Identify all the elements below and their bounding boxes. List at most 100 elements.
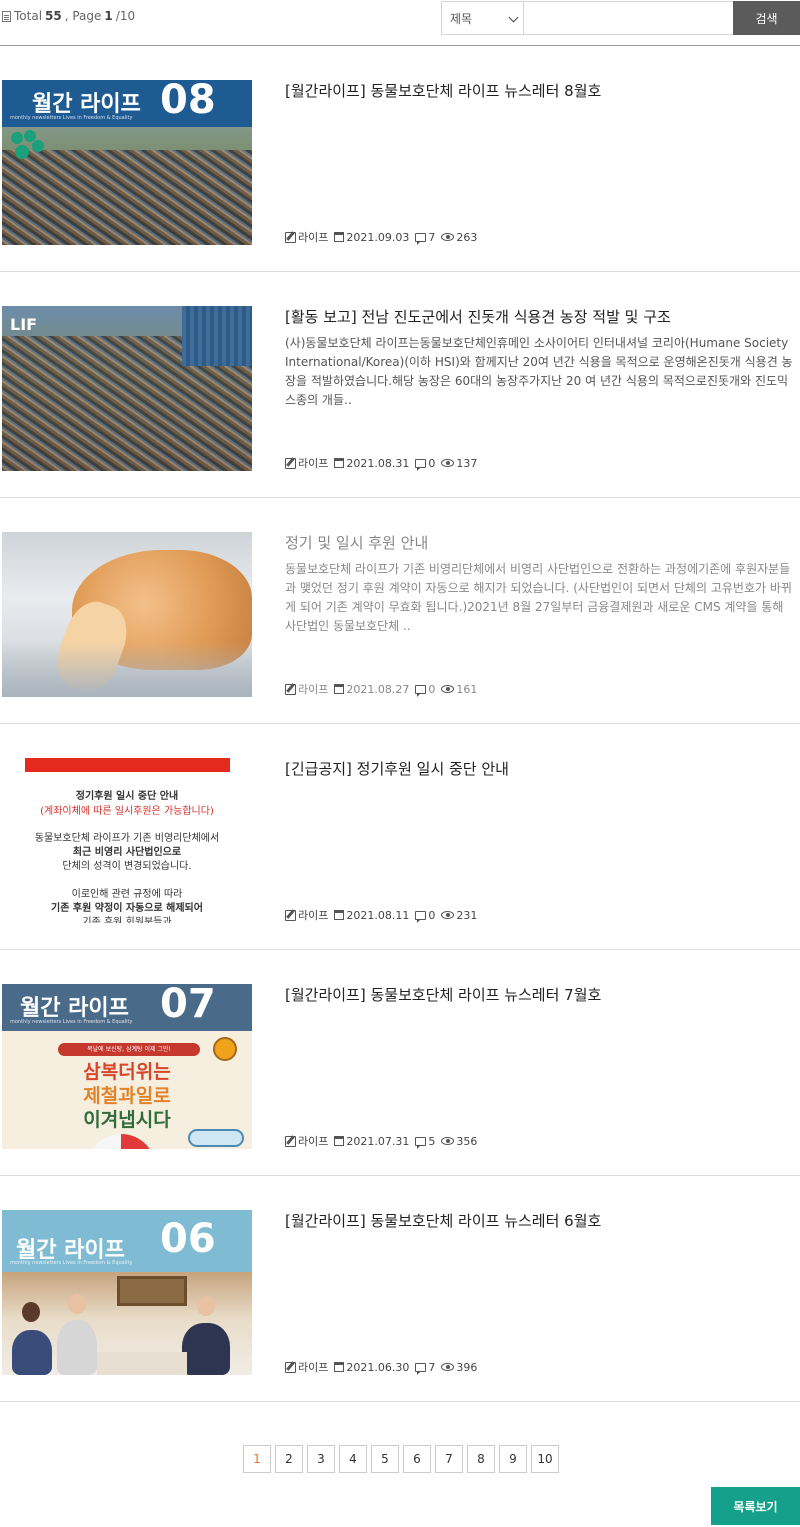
post-comments: 0	[428, 456, 436, 470]
cat-photo	[2, 532, 252, 697]
post-date: 2021.08.31	[346, 456, 410, 470]
page-button[interactable]: 10	[531, 1445, 559, 1473]
post-comments: 0	[428, 908, 436, 922]
document-icon	[2, 10, 11, 22]
search-button[interactable]: 검색	[733, 1, 800, 35]
post-title[interactable]: [월간라이프] 동물보호단체 라이프 뉴스레터 6월호	[285, 1210, 601, 1231]
post-title[interactable]: [월간라이프] 동물보호단체 라이프 뉴스레터 8월호	[285, 80, 601, 101]
post-views: 263	[456, 230, 478, 244]
post-thumbnail[interactable]	[2, 532, 252, 697]
post-author: 라이프	[298, 683, 329, 696]
newsletter-band: 월간 라이프 07 monthly newsletters Lives in F…	[2, 984, 252, 1031]
post-meta: 라이프 2021.08.11 0 231	[285, 907, 480, 923]
page-button[interactable]: 6	[403, 1445, 431, 1473]
post-date: 2021.09.03	[346, 230, 410, 244]
comment-icon	[415, 458, 427, 471]
page-button[interactable]: 1	[243, 1445, 271, 1473]
calendar-icon	[334, 232, 345, 242]
post-meta: 라이프 2021.08.31 0 137	[285, 455, 480, 471]
summer-strip: 복날에 보신탕, 삼계탕 이제 그만!	[58, 1043, 200, 1056]
total-info: Total 55, Page 1/10	[2, 9, 135, 23]
post-comments: 5	[428, 1134, 436, 1148]
post-title[interactable]: 정기 및 일시 후원 안내	[285, 532, 428, 553]
page-button[interactable]: 4	[339, 1445, 367, 1473]
post-meta: 라이프 2021.08.27 0 161	[285, 681, 480, 697]
post-views: 396	[456, 1360, 478, 1374]
list-item: 월간 라이프 07 monthly newsletters Lives in F…	[0, 950, 800, 1176]
list-header: Total 55, Page 1/10 제목 검색	[0, 0, 800, 46]
post-thumbnail[interactable]: 월간 라이프 06 monthly newsletters Lives in F…	[2, 1210, 252, 1375]
post-thumbnail[interactable]: LIFE	[2, 306, 252, 471]
notice-line: 이로인해 관련 규정에 따라	[71, 889, 183, 900]
post-comments: 0	[428, 682, 436, 696]
notice-line: 정기후원 일시 중단 안내	[75, 791, 179, 802]
post-author: 라이프	[298, 1361, 329, 1374]
post-title[interactable]: [활동 보고] 전남 진도군에서 진돗개 식용견 농장 적발 및 구조	[285, 306, 671, 327]
newsletter-subtitle: monthly newsletters Lives in Freedom & E…	[10, 115, 133, 121]
newsletter-band: 월간 라이프 06 monthly newsletters Lives in F…	[2, 1210, 252, 1272]
search-field-value: 제목	[450, 11, 473, 26]
pencil-icon	[285, 683, 296, 695]
post-thumbnail[interactable]: 정기후원 일시 중단 안내 (계좌이체에 따른 일시후원은 가능합니다) 동물보…	[2, 758, 252, 923]
eye-icon	[441, 459, 455, 467]
post-excerpt: 동물보호단체 라이프가 기존 비영리단체에서 비영리 사단법인으로 전환하는 과…	[285, 562, 792, 633]
eye-icon	[441, 233, 455, 241]
list-view-button[interactable]: 목록보기	[711, 1487, 800, 1525]
comment-icon	[415, 1362, 427, 1375]
page-button[interactable]: 8	[467, 1445, 495, 1473]
cloud-icon	[188, 1129, 244, 1147]
post-thumbnail[interactable]: 월간 라이프 07 monthly newsletters Lives in F…	[2, 984, 252, 1149]
pencil-icon	[285, 1361, 296, 1373]
calendar-icon	[334, 910, 345, 920]
pencil-icon	[285, 1135, 296, 1147]
page-button[interactable]: 3	[307, 1445, 335, 1473]
chevron-down-icon	[508, 12, 519, 23]
svg-text:LIFE: LIFE	[10, 315, 38, 334]
post-views: 231	[456, 908, 478, 922]
post-author: 라이프	[298, 231, 329, 244]
pencil-icon	[285, 457, 296, 469]
notice-line: 기존 후원 회원분들과	[82, 917, 172, 923]
newsletter-subtitle: monthly newsletters Lives in Freedom & E…	[10, 1019, 133, 1025]
post-author: 라이프	[298, 457, 329, 470]
meeting-photo	[2, 1272, 252, 1375]
list-item: 월간 라이프 08 monthly newsletters Lives in F…	[0, 46, 800, 272]
comment-icon	[415, 910, 427, 923]
calendar-icon	[334, 1136, 345, 1146]
page-button[interactable]: 2	[275, 1445, 303, 1473]
newsletter-subtitle: monthly newsletters Lives in Freedom & E…	[10, 1260, 133, 1266]
notice-line: (계좌이체에 따른 일시후원은 가능합니다)	[40, 806, 214, 817]
notice-image: 정기후원 일시 중단 안내 (계좌이체에 따른 일시후원은 가능합니다) 동물보…	[2, 758, 252, 923]
list-item: 정기 및 일시 후원 안내 동물보호단체 라이프가 기존 비영리단체에서 비영리…	[0, 498, 800, 724]
comment-icon	[415, 232, 427, 245]
eye-icon	[441, 685, 455, 693]
pencil-icon	[285, 231, 296, 243]
page-button[interactable]: 9	[499, 1445, 527, 1473]
logo-icon	[11, 130, 44, 159]
post-comments: 7	[428, 1360, 436, 1374]
post-comments: 7	[428, 230, 436, 244]
page-label: , Page	[64, 9, 102, 23]
post-views: 137	[456, 456, 478, 470]
notice-line: 최근 비영리 사단법인으로	[72, 847, 182, 858]
search-field-select[interactable]: 제목	[441, 1, 524, 35]
newsletter-band: 월간 라이프 08 monthly newsletters Lives in F…	[2, 80, 252, 127]
post-title[interactable]: [월간라이프] 동물보호단체 라이프 뉴스레터 7월호	[285, 984, 601, 1005]
post-author: 라이프	[298, 1135, 329, 1148]
post-date: 2021.06.30	[346, 1360, 410, 1374]
newsletter-number: 06	[160, 1216, 216, 1262]
search-input[interactable]	[523, 1, 734, 35]
post-author: 라이프	[298, 909, 329, 922]
page-button[interactable]: 7	[435, 1445, 463, 1473]
post-title[interactable]: [긴급공지] 정기후원 일시 중단 안내	[285, 758, 509, 779]
post-date: 2021.08.11	[346, 908, 410, 922]
page-button[interactable]: 5	[371, 1445, 399, 1473]
newsletter-number: 08	[160, 80, 216, 123]
total-label: Total	[14, 9, 43, 23]
post-date: 2021.07.31	[346, 1134, 410, 1148]
eye-icon	[441, 911, 455, 919]
page-current: 1	[104, 9, 113, 23]
post-meta: 라이프 2021.09.03 7 263	[285, 229, 480, 245]
post-thumbnail[interactable]: 월간 라이프 08 monthly newsletters Lives in F…	[2, 80, 252, 245]
post-views: 161	[456, 682, 478, 696]
